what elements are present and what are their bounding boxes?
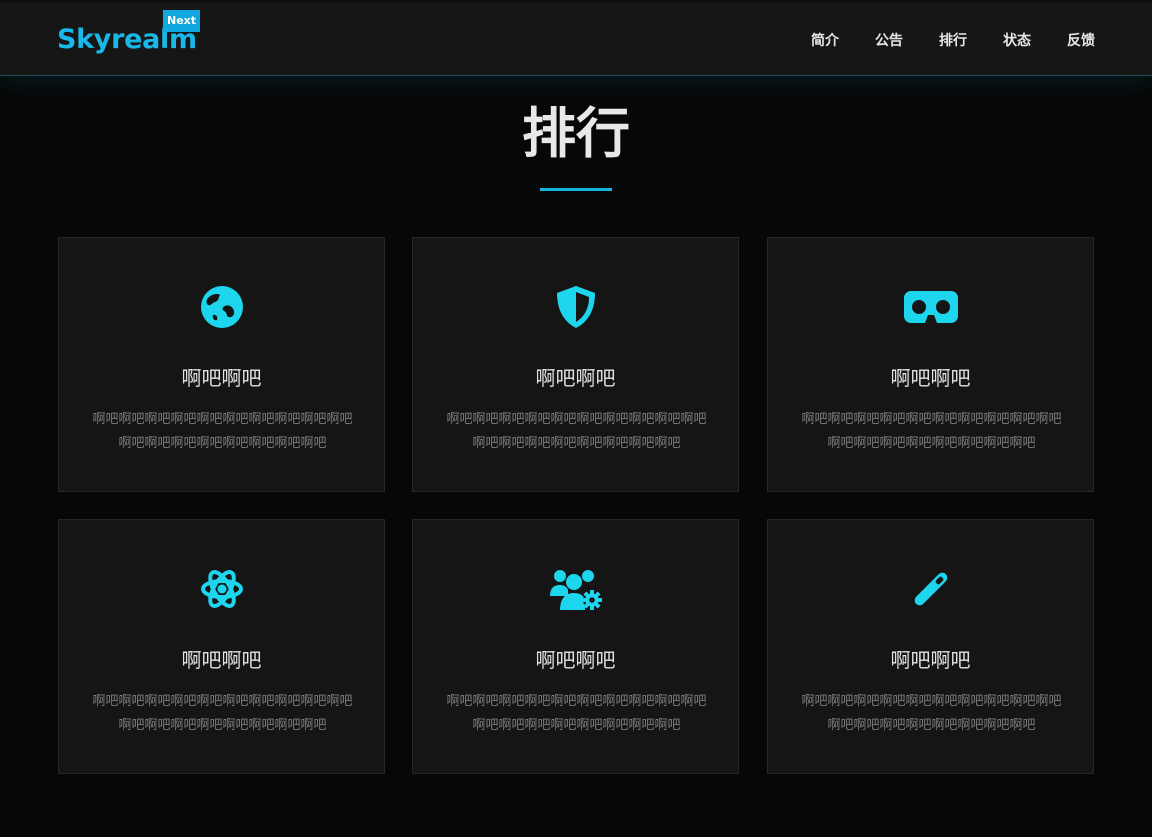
globe-icon [200,286,243,328]
feature-card-vr: 啊吧啊吧 啊吧啊吧啊吧啊吧啊吧啊吧啊吧啊吧啊吧啊吧啊吧啊吧啊吧啊吧啊吧啊吧啊吧啊… [767,237,1094,492]
card-title: 啊吧啊吧 [890,366,971,390]
feature-card-pen: 啊吧啊吧 啊吧啊吧啊吧啊吧啊吧啊吧啊吧啊吧啊吧啊吧啊吧啊吧啊吧啊吧啊吧啊吧啊吧啊… [767,519,1094,774]
nav-item-feedback[interactable]: 反馈 [1067,30,1095,50]
card-title: 啊吧啊吧 [181,366,262,390]
feature-card-atom: 啊吧啊吧 啊吧啊吧啊吧啊吧啊吧啊吧啊吧啊吧啊吧啊吧啊吧啊吧啊吧啊吧啊吧啊吧啊吧啊… [58,519,385,774]
site-header: Skyrealm Next 简介 公告 排行 状态 反馈 [0,0,1152,76]
card-title: 啊吧啊吧 [535,648,616,672]
card-description: 啊吧啊吧啊吧啊吧啊吧啊吧啊吧啊吧啊吧啊吧啊吧啊吧啊吧啊吧啊吧啊吧啊吧啊吧 [446,694,707,733]
feature-card-shield: 啊吧啊吧 啊吧啊吧啊吧啊吧啊吧啊吧啊吧啊吧啊吧啊吧啊吧啊吧啊吧啊吧啊吧啊吧啊吧啊… [412,237,739,492]
nav-item-intro[interactable]: 简介 [811,30,839,50]
feature-card-globe: 啊吧啊吧 啊吧啊吧啊吧啊吧啊吧啊吧啊吧啊吧啊吧啊吧啊吧啊吧啊吧啊吧啊吧啊吧啊吧啊… [58,237,385,492]
atom-icon [200,570,243,608]
card-description: 啊吧啊吧啊吧啊吧啊吧啊吧啊吧啊吧啊吧啊吧啊吧啊吧啊吧啊吧啊吧啊吧啊吧啊吧 [92,694,353,733]
shield-icon [556,286,595,328]
title-underline [540,188,612,191]
nav-item-ranking[interactable]: 排行 [939,30,967,50]
card-description: 啊吧啊吧啊吧啊吧啊吧啊吧啊吧啊吧啊吧啊吧啊吧啊吧啊吧啊吧啊吧啊吧啊吧啊吧 [801,694,1062,733]
pen-icon [914,572,947,606]
card-title: 啊吧啊吧 [535,366,616,390]
card-description: 啊吧啊吧啊吧啊吧啊吧啊吧啊吧啊吧啊吧啊吧啊吧啊吧啊吧啊吧啊吧啊吧啊吧啊吧 [801,412,1062,451]
brand-logo[interactable]: Skyrealm Next [57,10,200,60]
card-title: 啊吧啊吧 [181,648,262,672]
section-title: 排行 [522,102,630,165]
nav-item-announcements[interactable]: 公告 [875,30,903,50]
feature-card-users: 啊吧啊吧 啊吧啊吧啊吧啊吧啊吧啊吧啊吧啊吧啊吧啊吧啊吧啊吧啊吧啊吧啊吧啊吧啊吧啊… [412,519,739,774]
main-nav: 简介 公告 排行 状态 反馈 [811,3,1095,77]
card-description: 啊吧啊吧啊吧啊吧啊吧啊吧啊吧啊吧啊吧啊吧啊吧啊吧啊吧啊吧啊吧啊吧啊吧啊吧 [446,412,707,451]
users-gear-icon [549,570,602,610]
brand-badge: Next [163,10,200,32]
vr-headset-icon [903,291,958,323]
nav-item-status[interactable]: 状态 [1003,30,1031,50]
card-title: 啊吧啊吧 [890,648,971,672]
card-description: 啊吧啊吧啊吧啊吧啊吧啊吧啊吧啊吧啊吧啊吧啊吧啊吧啊吧啊吧啊吧啊吧啊吧啊吧 [92,412,353,451]
page: Skyrealm Next 简介 公告 排行 状态 反馈 排行 啊吧啊吧 啊吧啊… [0,0,1152,837]
